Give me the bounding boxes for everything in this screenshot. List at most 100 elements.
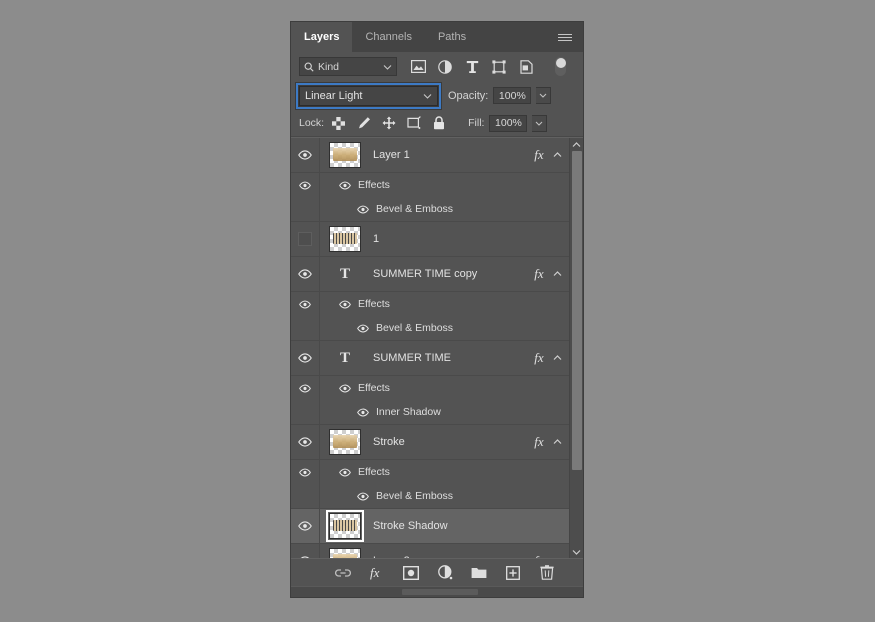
layer-effects-fx-icon[interactable]: fx: [531, 266, 547, 282]
effects-group-row[interactable]: Effects: [291, 376, 569, 400]
effect-eye-icon[interactable]: [338, 298, 351, 311]
add-layer-style-fx-icon[interactable]: fx: [369, 565, 385, 581]
layer-visibility-eye-icon[interactable]: [291, 138, 320, 172]
new-layer-icon[interactable]: [505, 565, 521, 581]
thumbnail-artwork: [333, 233, 357, 244]
layer-visibility-toggle-off[interactable]: [291, 222, 320, 256]
opacity-stepper-chevron-down-icon[interactable]: [536, 87, 551, 104]
fill-input[interactable]: 100%: [489, 115, 527, 132]
collapse-effects-chevron-up-icon[interactable]: [549, 355, 565, 361]
layer-name-label: Layer 1: [373, 149, 531, 161]
layer-thumbnail[interactable]: [329, 548, 361, 558]
layer-row[interactable]: 1: [291, 222, 569, 257]
opacity-control: Opacity: 100%: [448, 87, 551, 104]
hamburger-menu-icon[interactable]: [555, 22, 575, 52]
layer-effects-fx-icon[interactable]: fx: [531, 434, 547, 450]
collapse-effects-chevron-up-icon[interactable]: [549, 271, 565, 277]
scrollbar-thumb[interactable]: [572, 151, 582, 470]
effect-name-label: Bevel & Emboss: [376, 322, 453, 334]
layer-visibility-eye-icon[interactable]: [291, 257, 320, 291]
scrollbar-track[interactable]: [570, 151, 583, 545]
tab-layers[interactable]: Layers: [291, 22, 352, 52]
type-layer-filter-icon[interactable]: [464, 59, 480, 75]
smart-object-filter-icon[interactable]: [518, 59, 534, 75]
layer-row[interactable]: Stroke Shadow: [291, 509, 569, 544]
blend-mode-row: Linear Light Opacity: 100%: [291, 81, 583, 110]
layer-thumbnail[interactable]: [329, 142, 361, 168]
scroll-up-chevron-icon[interactable]: [570, 138, 583, 151]
effects-group-row[interactable]: Effects: [291, 173, 569, 197]
layer-thumbnail[interactable]: [329, 429, 361, 455]
lock-position-icon[interactable]: [381, 116, 396, 131]
collapse-effects-chevron-up-icon[interactable]: [549, 152, 565, 158]
lock-artboard-nesting-icon[interactable]: [406, 116, 421, 131]
blend-mode-select[interactable]: Linear Light: [299, 86, 438, 106]
layer-thumbnail[interactable]: [329, 226, 361, 252]
effect-eye-icon[interactable]: [338, 382, 351, 395]
layer-thumbnail[interactable]: [329, 513, 361, 539]
layer-visibility-eye-icon[interactable]: [291, 544, 320, 558]
layer-name-label: SUMMER TIME: [373, 352, 531, 364]
new-group-folder-icon[interactable]: [471, 565, 487, 581]
add-layer-mask-icon[interactable]: [403, 565, 419, 581]
tab-paths[interactable]: Paths: [425, 22, 479, 52]
layer-effects-fx-icon[interactable]: fx: [531, 553, 547, 558]
layer-visibility-eye-icon[interactable]: [291, 425, 320, 459]
effects-group-row[interactable]: Effects: [291, 292, 569, 316]
lock-all-icon[interactable]: [431, 116, 446, 131]
layer-visibility-eye-icon[interactable]: [291, 509, 320, 543]
effect-eye-icon[interactable]: [356, 406, 369, 419]
scroll-down-chevron-icon[interactable]: [570, 545, 583, 558]
layer-effects-fx-icon[interactable]: fx: [531, 350, 547, 366]
effects-visibility-eye-icon[interactable]: [291, 173, 320, 197]
shape-layer-filter-icon[interactable]: [491, 59, 507, 75]
opacity-label: Opacity:: [448, 90, 488, 102]
horizontal-scrollbar[interactable]: [291, 586, 583, 597]
layer-visibility-eye-icon[interactable]: [291, 341, 320, 375]
layer-row[interactable]: TSUMMER TIME copyfx: [291, 257, 569, 292]
link-layers-icon[interactable]: [335, 565, 351, 581]
pixel-layer-filter-icon[interactable]: [410, 59, 426, 75]
effect-item-row[interactable]: Bevel & Emboss: [291, 197, 569, 222]
effect-eye-icon[interactable]: [338, 466, 351, 479]
effects-visibility-eye-icon[interactable]: [291, 460, 320, 484]
filter-toggle-switch[interactable]: [555, 57, 566, 76]
tab-channels[interactable]: Channels: [352, 22, 424, 52]
filter-kind-select[interactable]: Kind: [299, 57, 397, 76]
lock-row: Lock:: [291, 110, 583, 137]
chevron-down-icon: [423, 93, 432, 99]
opacity-input[interactable]: 100%: [493, 87, 531, 104]
layer-filter-row: Kind: [291, 52, 583, 81]
effects-visibility-eye-icon[interactable]: [291, 376, 320, 400]
effect-eye-icon[interactable]: [356, 490, 369, 503]
effect-item-row[interactable]: Bevel & Emboss: [291, 316, 569, 341]
effect-item-row[interactable]: Bevel & Emboss: [291, 484, 569, 509]
lock-image-pixels-icon[interactable]: [356, 116, 371, 131]
empty-visibility-box: [298, 232, 312, 246]
effect-item-eye-column: [291, 400, 320, 424]
delete-layer-trash-icon[interactable]: [539, 565, 555, 581]
layer-name-label: Layer 2: [373, 555, 531, 558]
effect-item-row[interactable]: Inner Shadow: [291, 400, 569, 425]
adjustment-layer-filter-icon[interactable]: [437, 59, 453, 75]
fill-stepper-chevron-down-icon[interactable]: [532, 115, 547, 132]
layer-row[interactable]: TSUMMER TIMEfx: [291, 341, 569, 376]
new-adjustment-layer-icon[interactable]: [437, 565, 453, 581]
effect-item-eye-column: [291, 197, 320, 221]
layer-row[interactable]: Layer 1fx: [291, 138, 569, 173]
layer-effects-fx-icon[interactable]: fx: [531, 147, 547, 163]
effect-eye-icon[interactable]: [338, 179, 351, 192]
layer-list-vertical-scrollbar[interactable]: [569, 138, 583, 558]
horizontal-scrollbar-thumb[interactable]: [402, 589, 478, 595]
effects-group-row[interactable]: Effects: [291, 460, 569, 484]
layer-row[interactable]: Layer 2fx: [291, 544, 569, 558]
layer-row[interactable]: Strokefx: [291, 425, 569, 460]
text-layer-type-icon: T: [329, 266, 361, 283]
effect-eye-icon[interactable]: [356, 322, 369, 335]
lock-transparent-pixels-icon[interactable]: [331, 116, 346, 131]
layer-list[interactable]: Layer 1fxEffectsBevel & Emboss1TSUMMER T…: [291, 138, 569, 558]
effects-label: Effects: [358, 179, 390, 191]
collapse-effects-chevron-up-icon[interactable]: [549, 439, 565, 445]
effect-eye-icon[interactable]: [356, 203, 369, 216]
effects-visibility-eye-icon[interactable]: [291, 292, 320, 316]
